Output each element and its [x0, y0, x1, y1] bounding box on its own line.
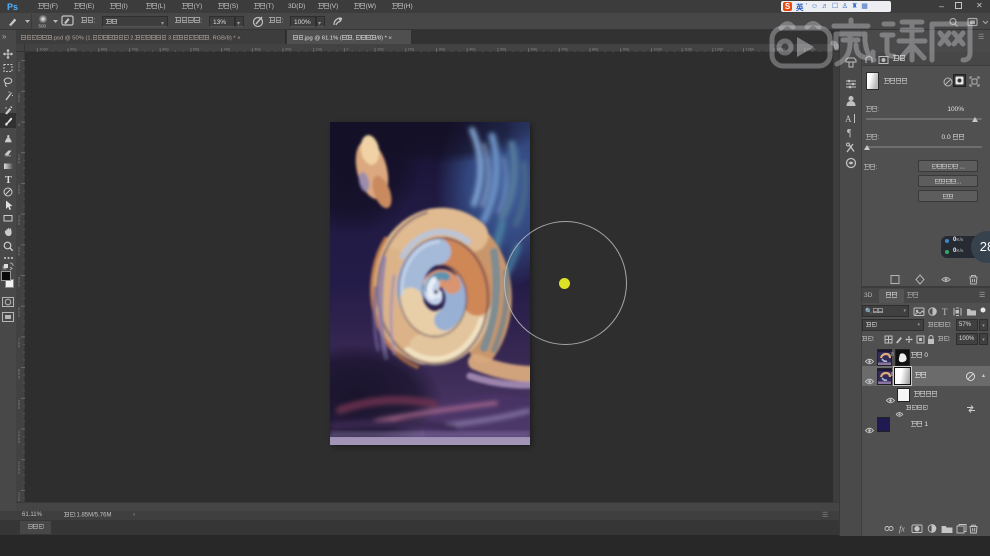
svg-text:1100: 1100 — [684, 48, 692, 52]
svg-text:0: 0 — [18, 222, 20, 226]
svg-text:1200: 1200 — [715, 48, 723, 52]
svg-text:0: 0 — [18, 99, 20, 103]
svg-text:0: 0 — [18, 191, 20, 195]
svg-text:T: T — [5, 175, 12, 184]
svg-text:0: 0 — [18, 68, 20, 72]
svg-text:0: 0 — [18, 314, 20, 318]
svg-text:¶: ¶ — [847, 128, 852, 138]
svg-text:T: T — [942, 307, 948, 317]
svg-text:1000: 1000 — [653, 48, 661, 52]
svg-text:0: 0 — [18, 345, 20, 349]
svg-text:0: 0 — [18, 471, 20, 475]
svg-text:0: 0 — [18, 283, 20, 287]
svg-text:1300: 1300 — [746, 48, 754, 52]
svg-text:1000: 1000 — [39, 48, 47, 52]
svg-text:0: 0 — [18, 161, 20, 165]
svg-text:A: A — [845, 114, 852, 124]
svg-text:0: 0 — [18, 440, 20, 444]
svg-text:500: 500 — [39, 24, 47, 29]
svg-text:0: 0 — [18, 253, 20, 257]
svg-text:0: 0 — [346, 48, 348, 52]
svg-text:0: 0 — [18, 375, 20, 379]
svg-text:0: 0 — [18, 123, 20, 127]
svg-text:0: 0 — [18, 406, 20, 410]
svg-text:fx: fx — [899, 525, 905, 534]
